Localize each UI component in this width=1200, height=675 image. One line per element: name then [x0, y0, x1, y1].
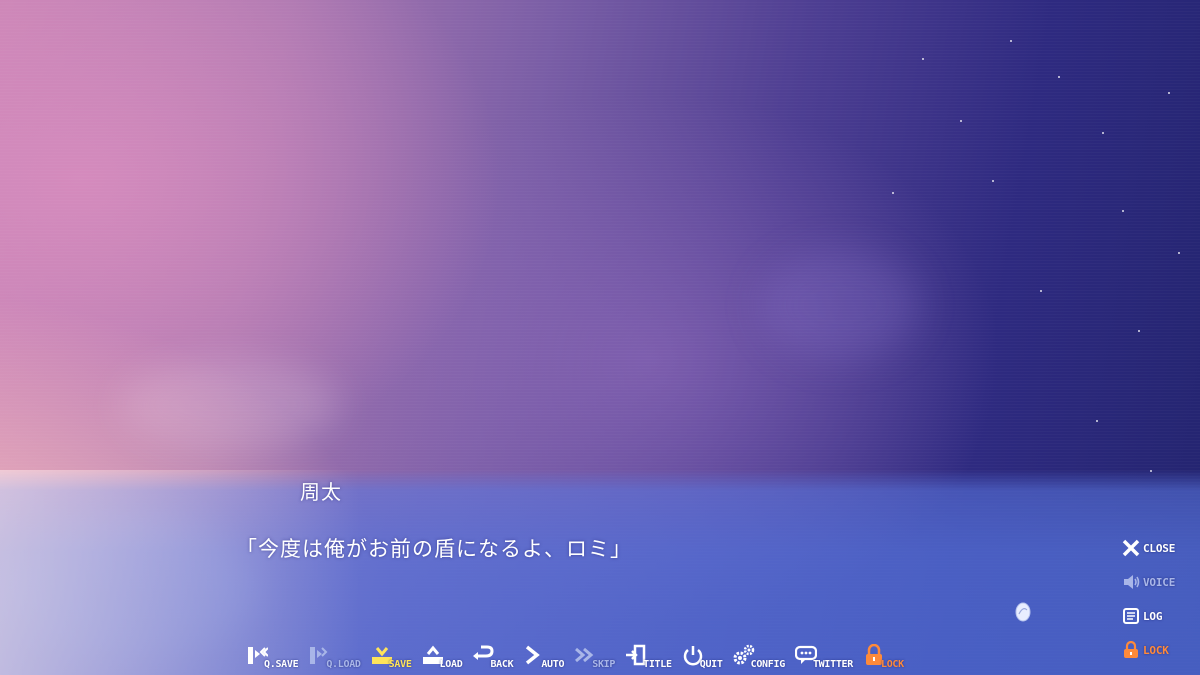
twitter-button[interactable]: TWITTER [794, 640, 853, 672]
log-icon [1123, 608, 1139, 624]
load-button[interactable]: LOAD [422, 640, 463, 672]
star [1168, 92, 1170, 94]
star [992, 180, 994, 182]
click-wait-icon [1015, 602, 1031, 622]
cloud [760, 250, 920, 360]
lock-button[interactable]: LOCK [863, 640, 904, 672]
back-label: BACK [490, 659, 514, 670]
close-button[interactable]: CLOSE [1122, 538, 1192, 558]
star [1102, 132, 1104, 134]
voice-label: VOICE [1143, 575, 1176, 589]
skip-label: SKIP [592, 659, 616, 670]
dialogue-text: 「今度は俺がお前の盾になるよ、ロミ」 [236, 537, 632, 561]
skip-button[interactable]: SKIP [574, 640, 615, 672]
quick-load-button[interactable]: Q.LOAD [308, 640, 361, 672]
back-button[interactable]: BACK [472, 640, 514, 672]
star [1096, 420, 1098, 422]
star [1122, 210, 1124, 212]
auto-label: AUTO [541, 659, 565, 670]
star [892, 192, 894, 194]
star [1138, 330, 1140, 332]
cloud [120, 360, 340, 450]
star [1010, 40, 1012, 42]
close-icon [1122, 539, 1140, 557]
voice-button[interactable]: VOICE [1122, 572, 1192, 592]
title-button[interactable]: TITLE [625, 640, 672, 672]
quick-save-button[interactable]: Q.SAVE [246, 640, 299, 672]
quick-menu-bar: Q.SAVE Q.LOAD SAVE LOAD BACK AUTO SKIP T… [246, 640, 914, 672]
save-label: SAVE [388, 659, 412, 670]
speaker-name: 周太 [300, 480, 342, 504]
config-button[interactable]: CONFIG [733, 640, 785, 672]
star [1040, 290, 1042, 292]
close-label: CLOSE [1143, 541, 1176, 555]
twitter-label: TWITTER [812, 659, 853, 670]
quit-label: QUIT [699, 659, 723, 670]
speaker-icon [1124, 575, 1140, 589]
side-menu: CLOSE VOICE LOG LOCK [1122, 538, 1192, 674]
quick-save-label: Q.SAVE [264, 659, 299, 670]
side-lock-button[interactable]: LOCK [1122, 640, 1192, 660]
star [1178, 252, 1180, 254]
lock-label: LOCK [880, 659, 904, 670]
log-button[interactable]: LOG [1122, 606, 1192, 626]
quick-load-label: Q.LOAD [326, 659, 361, 670]
quit-button[interactable]: QUIT [682, 640, 723, 672]
log-label: LOG [1143, 609, 1163, 623]
star [1058, 76, 1060, 78]
config-label: CONFIG [750, 659, 786, 670]
padlock-icon [1124, 641, 1138, 658]
auto-button[interactable]: AUTO [523, 640, 565, 672]
side-lock-label: LOCK [1143, 643, 1169, 657]
title-label: TITLE [643, 659, 672, 670]
load-label: LOAD [439, 659, 463, 670]
save-button[interactable]: SAVE [371, 640, 412, 672]
star [960, 120, 962, 122]
star [922, 58, 924, 60]
